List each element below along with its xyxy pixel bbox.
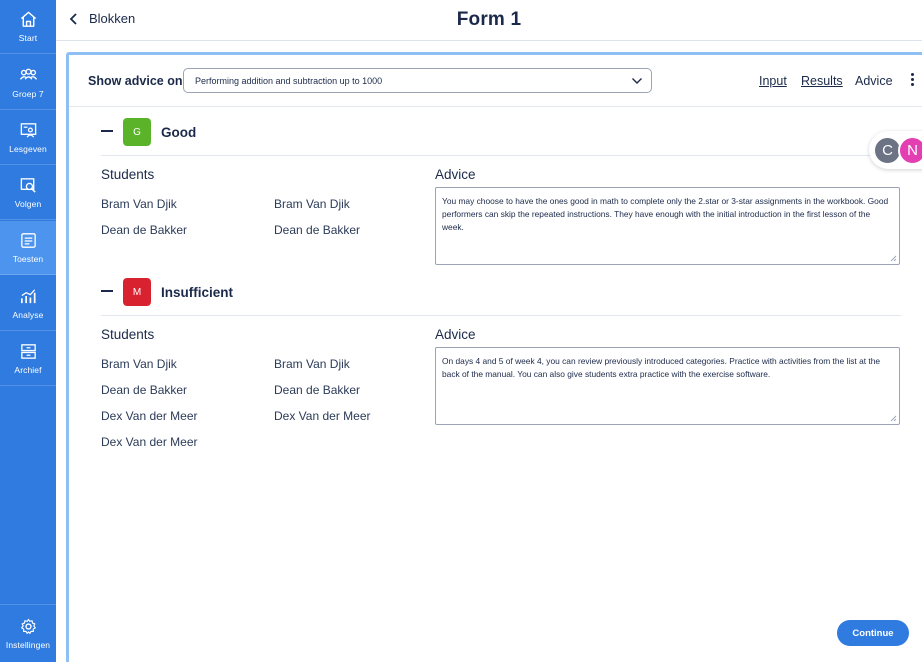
student-name[interactable]: Dex Van der Meer <box>274 409 371 423</box>
advice-text: You may choose to have the ones good in … <box>442 196 889 232</box>
section-insufficient-header: M Insufficient <box>101 268 901 316</box>
more-options-icon[interactable] <box>909 73 915 89</box>
sidebar-item-volgen[interactable]: Volgen <box>0 166 56 220</box>
sidebar-item-toesten[interactable]: Toesten <box>0 221 56 275</box>
sidebar-item-groep-7[interactable]: Groep 7 <box>0 56 56 110</box>
collapse-icon[interactable] <box>101 290 113 292</box>
resize-grip-icon[interactable] <box>890 255 897 262</box>
student-name[interactable]: Bram Van Djik <box>101 357 177 371</box>
collapse-icon[interactable] <box>101 130 113 132</box>
sidebar-item-label: Archief <box>14 365 42 375</box>
resize-grip-icon[interactable] <box>890 415 897 422</box>
advice-panel: Show advice on Performing addition and s… <box>66 52 922 662</box>
sidebar-item-label: Toesten <box>12 254 44 264</box>
advice-text: On days 4 and 5 of week 4, you can revie… <box>442 356 881 379</box>
tab-input[interactable]: Input <box>759 74 787 88</box>
sidebar-item-archief[interactable]: Archief <box>0 332 56 386</box>
sidebar-item-start[interactable]: Start <box>0 0 56 54</box>
avatar[interactable]: N <box>898 136 922 165</box>
chevron-down-icon <box>632 78 642 84</box>
home-icon <box>20 11 36 27</box>
advice-textarea[interactable]: You may choose to have the ones good in … <box>435 187 900 265</box>
student-name[interactable]: Dean de Bakker <box>101 223 187 237</box>
top-bar: Blokken Form 1 <box>56 0 922 41</box>
student-name[interactable]: Bram Van Djik <box>101 197 177 211</box>
advice-textarea[interactable]: On days 4 and 5 of week 4, you can revie… <box>435 347 900 425</box>
teach-icon <box>20 123 36 138</box>
sidebar: Start Groep 7 Lesgeven Volgen Toesten An… <box>0 0 56 662</box>
analysis-icon <box>20 289 36 304</box>
sidebar-item-label: Groep 7 <box>12 89 44 99</box>
sidebar-item-label: Lesgeven <box>9 144 47 154</box>
sidebar-item-analyse[interactable]: Analyse <box>0 277 56 331</box>
show-advice-label: Show advice on <box>88 74 183 88</box>
sidebar-item-label: Analyse <box>12 310 44 320</box>
archive-icon <box>20 344 36 359</box>
grade-badge: M <box>123 278 151 306</box>
section-title: Insufficient <box>161 285 234 300</box>
sidebar-item-label: Instellingen <box>5 640 51 650</box>
advice-toolbar: Show advice on Performing addition and s… <box>69 55 922 107</box>
student-name[interactable]: Dean de Bakker <box>101 383 187 397</box>
student-name[interactable]: Dean de Bakker <box>274 223 360 237</box>
student-name[interactable]: Dean de Bakker <box>274 383 360 397</box>
sidebar-item-label: Volgen <box>14 199 42 209</box>
advice-topic-value: Performing addition and subtraction up t… <box>195 75 383 86</box>
advice-heading: Advice <box>435 167 476 182</box>
sidebar-item-lesgeven[interactable]: Lesgeven <box>0 111 56 165</box>
continue-button[interactable]: Continue <box>837 620 909 646</box>
test-icon <box>20 233 36 248</box>
students-heading: Students <box>101 167 155 182</box>
page-title: Form 1 <box>456 9 522 30</box>
student-name[interactable]: Dex Van der Meer <box>101 435 198 449</box>
tab-results[interactable]: Results <box>801 74 843 88</box>
settings-icon <box>20 618 36 635</box>
advice-topic-select[interactable]: Performing addition and subtraction up t… <box>183 68 652 93</box>
active-users: C N <box>869 131 922 169</box>
student-name[interactable]: Dex Van der Meer <box>101 409 198 423</box>
section-good-header: G Good <box>101 108 901 156</box>
student-name[interactable]: Bram Van Djik <box>274 197 350 211</box>
sidebar-item-label: Start <box>18 33 38 43</box>
section-title: Good <box>161 125 197 140</box>
follow-icon <box>20 178 36 193</box>
students-heading: Students <box>101 327 155 342</box>
sidebar-item-instellingen[interactable]: Instellingen <box>0 604 56 662</box>
student-name[interactable]: Bram Van Djik <box>274 357 350 371</box>
advice-heading: Advice <box>435 327 476 342</box>
group-icon <box>19 68 37 80</box>
tab-advice[interactable]: Advice <box>855 74 893 88</box>
grade-badge: G <box>123 118 151 146</box>
